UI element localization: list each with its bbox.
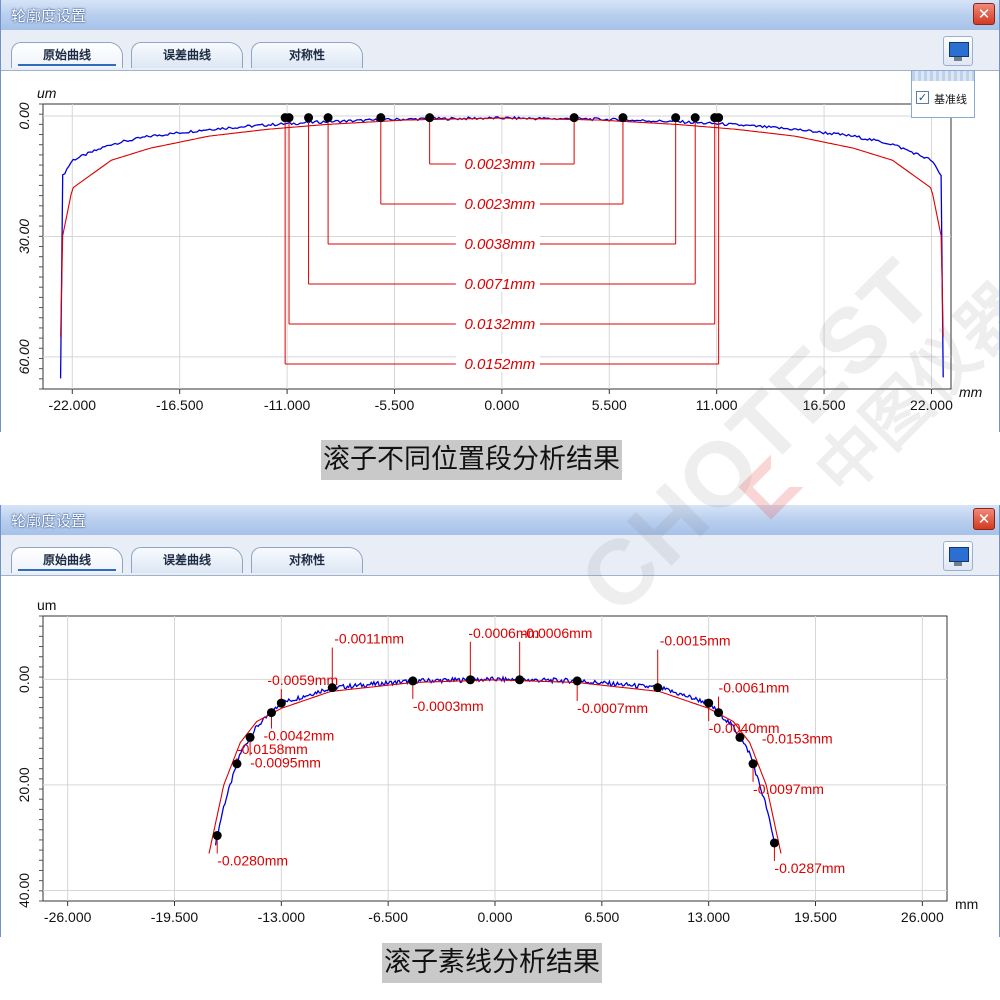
measure-point <box>690 113 700 123</box>
tab-raw-curve[interactable]: 原始曲线 <box>11 42 123 68</box>
point-label: -0.0095mm <box>250 754 321 770</box>
x-axis-label: mm <box>955 896 978 912</box>
segment-label: 0.0023mm <box>464 156 535 173</box>
x-tick-label: 19.500 <box>794 909 837 925</box>
profile-chart-generatrix: -26.000 -19.500 -13.000 -6.500 0.000 6.500 13.… <box>16 597 978 925</box>
x-tick-label: -22.000 <box>49 397 97 413</box>
measure-point <box>714 113 724 123</box>
measure-point <box>465 675 475 685</box>
segment-label: 0.0023mm <box>464 196 535 213</box>
x-tick-label: -26.000 <box>44 909 92 925</box>
tab-raw-curve[interactable]: 原始曲线 <box>11 547 123 573</box>
y-tick-label: 0.00 <box>16 665 32 692</box>
measure-point <box>769 838 779 848</box>
tab-strip: 原始曲线 误差曲线 对称性 <box>1 535 999 576</box>
baseline-label: 基准线 <box>934 93 967 106</box>
measure-point <box>714 708 724 718</box>
x-tick-label: 0.000 <box>477 909 512 925</box>
measure-point <box>671 113 681 123</box>
caption-generatrix-analysis: 滚子素线分析结果 <box>382 943 602 983</box>
segment-label: 0.0132mm <box>464 316 535 333</box>
measure-point <box>232 759 242 769</box>
point-label: -0.0006mm <box>522 625 593 641</box>
measure-point <box>304 113 314 123</box>
x-tick-label: 26.000 <box>901 909 944 925</box>
segment-label: 0.0038mm <box>464 236 535 253</box>
x-tick-label: -19.500 <box>151 909 199 925</box>
x-tick-label: -6.500 <box>368 909 408 925</box>
y-axis-label: um <box>37 85 57 101</box>
window-title: 轮廓度设置 <box>11 7 87 25</box>
chart-panel: -26.000 -19.500 -13.000 -6.500 0.000 6.500 13.… <box>1 576 999 937</box>
measure-point <box>276 698 286 708</box>
point-label: -0.0059mm <box>267 672 338 688</box>
baseline-legend[interactable]: ✓ 基准线 <box>911 70 975 118</box>
x-tick-label: 5.500 <box>592 397 627 413</box>
point-label: -0.0007mm <box>577 700 648 716</box>
measure-point <box>266 708 276 718</box>
measure-point <box>515 675 525 685</box>
measure-point <box>748 759 758 769</box>
point-label: -0.0097mm <box>753 781 824 797</box>
y-tick-label: 60.00 <box>16 339 32 374</box>
title-bar: 轮廓度设置 ✕ <box>1 505 999 536</box>
tab-symmetry[interactable]: 对称性 <box>251 42 363 68</box>
point-label: -0.0061mm <box>719 680 790 696</box>
profile-settings-window-bottom: 轮廓度设置 ✕ 原始曲线 误差曲线 对称性 -26.000 -19.500 -13.… <box>0 505 1000 937</box>
y-tick-label: 0.00 <box>16 102 32 129</box>
measure-point <box>618 113 628 123</box>
y-tick-label: 40.00 <box>16 873 32 908</box>
measure-point <box>376 113 386 123</box>
point-label: -0.0003mm <box>413 698 484 714</box>
measure-point <box>704 698 714 708</box>
close-icon[interactable]: ✕ <box>973 3 995 25</box>
point-label: -0.0015mm <box>660 633 731 649</box>
measure-point <box>245 732 255 742</box>
point-label: -0.0011mm <box>334 631 404 647</box>
tab-strip: 原始曲线 误差曲线 对称性 <box>1 30 999 71</box>
title-bar: 轮廓度设置 ✕ <box>1 0 999 31</box>
tab-error-curve[interactable]: 误差曲线 <box>131 547 243 573</box>
monitor-icon[interactable] <box>943 36 973 66</box>
point-label: -0.0280mm <box>217 853 288 869</box>
measure-point <box>280 113 290 123</box>
y-tick-label: 20.00 <box>16 767 32 802</box>
measure-point <box>408 676 418 686</box>
measure-point <box>735 732 745 742</box>
x-tick-label: 6.500 <box>584 909 619 925</box>
measure-point <box>653 683 663 693</box>
measure-point <box>323 113 333 123</box>
x-tick-label: -13.000 <box>258 909 306 925</box>
window-title: 轮廓度设置 <box>11 512 87 530</box>
segment-label: 0.0152mm <box>464 356 535 373</box>
x-tick-label: 0.000 <box>484 397 519 413</box>
point-label: -0.0287mm <box>774 860 845 876</box>
close-icon[interactable]: ✕ <box>973 508 995 530</box>
x-tick-label: 13.000 <box>687 909 730 925</box>
tab-error-curve[interactable]: 误差曲线 <box>131 42 243 68</box>
tab-symmetry[interactable]: 对称性 <box>251 547 363 573</box>
measure-point <box>212 831 222 841</box>
point-label: -0.0042mm <box>263 728 334 744</box>
caption-segment-analysis: 滚子不同位置段分析结果 <box>321 440 622 480</box>
y-tick-label: 30.00 <box>16 219 32 254</box>
measure-point <box>572 676 582 686</box>
segment-label: 0.0071mm <box>464 276 535 293</box>
x-tick-label: -16.500 <box>156 397 204 413</box>
measure-point <box>327 683 337 693</box>
y-axis-label: um <box>37 597 56 613</box>
point-label: -0.0153mm <box>762 730 833 746</box>
measure-point <box>425 113 435 123</box>
x-tick-label: -5.500 <box>375 397 415 413</box>
monitor-icon[interactable] <box>943 541 973 571</box>
measure-point <box>569 113 579 123</box>
check-icon[interactable]: ✓ <box>916 91 929 104</box>
x-tick-label: -11.000 <box>264 397 311 413</box>
